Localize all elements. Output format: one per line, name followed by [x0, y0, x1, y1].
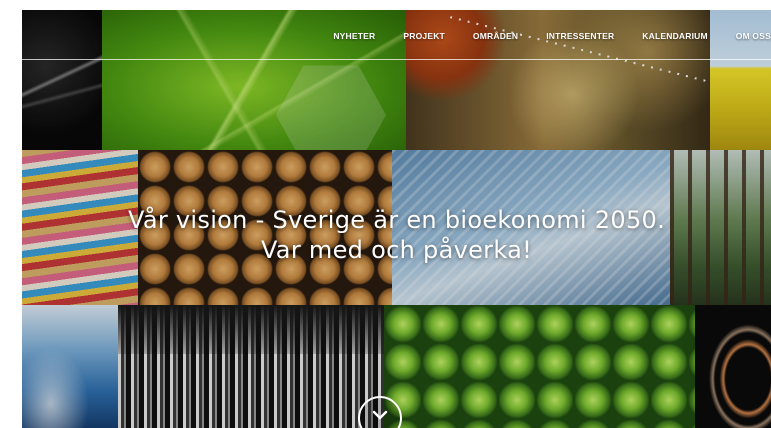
hero-headline-line-1: Vår vision - Sverige är en bioekonomi 20…: [127, 206, 666, 234]
nav-divider: [22, 59, 771, 60]
main-nav: NYHETER PROJEKT OMRÅDEN INTRESSENTER KAL…: [333, 26, 771, 46]
hero-collage: NYHETER PROJEKT OMRÅDEN INTRESSENTER KAL…: [22, 10, 771, 428]
nav-item-intressenter[interactable]: INTRESSENTER: [546, 31, 614, 41]
nav-item-projekt[interactable]: PROJEKT: [403, 31, 445, 41]
chevron-down-icon: [372, 410, 388, 420]
nav-item-om-oss[interactable]: OM OSS: [736, 31, 771, 41]
nav-item-omraden[interactable]: OMRÅDEN: [473, 31, 518, 41]
nav-item-nyheter[interactable]: NYHETER: [333, 31, 375, 41]
page: NYHETER PROJEKT OMRÅDEN INTRESSENTER KAL…: [0, 0, 771, 428]
hero-headline-line-2: Var med och påverka!: [260, 236, 533, 264]
hero-headline: Vår vision - Sverige är en bioekonomi 20…: [22, 205, 771, 265]
nav-item-kalendarium[interactable]: KALENDARIUM: [642, 31, 707, 41]
